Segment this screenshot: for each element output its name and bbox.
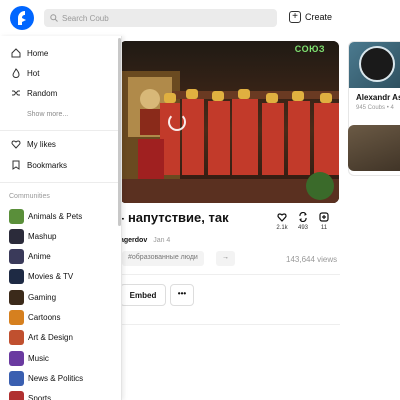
community-thumbnail (9, 391, 24, 400)
community-thumbnail (9, 310, 24, 325)
avatar (359, 46, 395, 82)
community-label: Sports (28, 394, 52, 400)
coub-author: agerdov Jan 4 (120, 237, 170, 244)
coub-video[interactable]: СОЮЗ (120, 41, 339, 203)
video-frame (120, 41, 339, 203)
search-placeholder: Search Coub (62, 14, 109, 23)
related-coub-thumbnail[interactable] (348, 125, 400, 171)
sidebar-item-community[interactable]: Music (9, 350, 49, 366)
community-thumbnail (9, 350, 24, 366)
community-thumbnail (9, 330, 24, 346)
sidebar-item-community[interactable]: Cartoons (9, 310, 60, 326)
sidebar-item-my-likes[interactable]: My likes (11, 137, 56, 151)
coub-logo-icon (18, 11, 26, 25)
channel-watermark: СОЮЗ (294, 44, 325, 54)
community-thumbnail (9, 370, 24, 386)
sidebar: Home Hot Random Show more... My likes Bo… (0, 36, 122, 400)
community-thumbnail (9, 208, 24, 224)
embed-button[interactable]: Embed (120, 284, 166, 306)
coub-date: Jan 4 (153, 237, 171, 244)
author-name[interactable]: agerdov (120, 237, 147, 244)
recoub-button[interactable]: 493 (293, 212, 313, 231)
community-thumbnail (9, 289, 24, 305)
sidebar-item-label: Home (27, 48, 49, 58)
community-label: Cartoons (28, 313, 61, 322)
sidebar-item-label: Random (27, 88, 58, 98)
channel-name: Alexandr Asp (356, 93, 400, 102)
sidebar-item-random[interactable]: Random (11, 86, 57, 100)
heart-icon (11, 140, 21, 149)
create-label: Create (305, 12, 333, 22)
community-thumbnail (9, 249, 24, 265)
community-label: Mashup (28, 231, 57, 241)
sidebar-item-community[interactable]: Art & Design (9, 330, 73, 346)
loading-spinner-icon (168, 113, 186, 131)
recoub-icon (299, 212, 307, 222)
sidebar-item-home[interactable]: Home (11, 46, 48, 60)
like-count: 2.1k (276, 225, 288, 231)
more-options-button[interactable]: ••• (170, 284, 194, 306)
sidebar-item-community[interactable]: Mashup (9, 228, 56, 244)
sidebar-scrollbar[interactable] (118, 38, 121, 226)
top-bar: Search Coub + Create (0, 0, 400, 36)
communities-heading: Communities (9, 193, 50, 200)
sidebar-item-community[interactable]: Animals & Pets (9, 208, 82, 224)
shuffle-icon (12, 90, 20, 96)
sidebar-item-bookmarks[interactable]: Bookmarks (11, 158, 67, 172)
repost-count: 11 (320, 225, 328, 231)
show-more-link[interactable]: Show more... (27, 107, 68, 121)
home-icon (11, 48, 21, 58)
community-label: Movies & TV (28, 272, 74, 282)
hashtag-chip[interactable]: #образованные люди (122, 251, 204, 266)
sidebar-item-community[interactable]: Sports (9, 391, 51, 400)
search-icon (50, 14, 58, 22)
search-input[interactable]: Search Coub (44, 9, 277, 27)
coub-logo[interactable] (10, 6, 34, 30)
community-label: Animals & Pets (28, 211, 83, 221)
sidebar-item-community[interactable]: Anime (9, 249, 51, 265)
channel-stats: 945 Coubs • 4 (356, 105, 394, 111)
sidebar-item-community[interactable]: Gaming (9, 289, 56, 305)
sidebar-item-label: Hot (27, 68, 40, 78)
view-count: 143,644 views (286, 255, 338, 264)
flame-icon (12, 68, 20, 78)
community-thumbnail (9, 269, 24, 285)
community-label: Anime (28, 252, 51, 262)
repost-button[interactable]: 11 (314, 212, 334, 231)
heart-icon (277, 213, 287, 222)
more-tags-button[interactable]: → (216, 251, 235, 266)
sidebar-item-community[interactable]: News & Politics (9, 370, 83, 386)
recoub-count: 493 (297, 225, 308, 231)
like-button[interactable]: 2.1k (272, 212, 292, 231)
sidebar-item-label: My likes (27, 139, 56, 149)
sidebar-divider (0, 182, 118, 183)
sidebar-item-community[interactable]: Movies & TV (9, 269, 73, 285)
channel-banner (349, 42, 400, 88)
add-box-icon (319, 212, 329, 222)
community-label: News & Politics (28, 373, 84, 383)
sidebar-item-label: Bookmarks (27, 160, 68, 170)
community-label: Art & Design (28, 333, 73, 343)
plus-icon: + (289, 11, 301, 23)
coub-title: - напутствие, так (120, 210, 229, 225)
community-label: Gaming (28, 292, 57, 302)
bookmark-icon (12, 160, 20, 170)
community-thumbnail (9, 228, 24, 244)
sidebar-divider (0, 130, 118, 131)
content-divider (120, 274, 340, 275)
sidebar-item-hot[interactable]: Hot (11, 66, 39, 80)
content-divider (120, 324, 340, 325)
community-label: Music (28, 353, 49, 363)
create-button[interactable]: + Create (289, 11, 332, 23)
